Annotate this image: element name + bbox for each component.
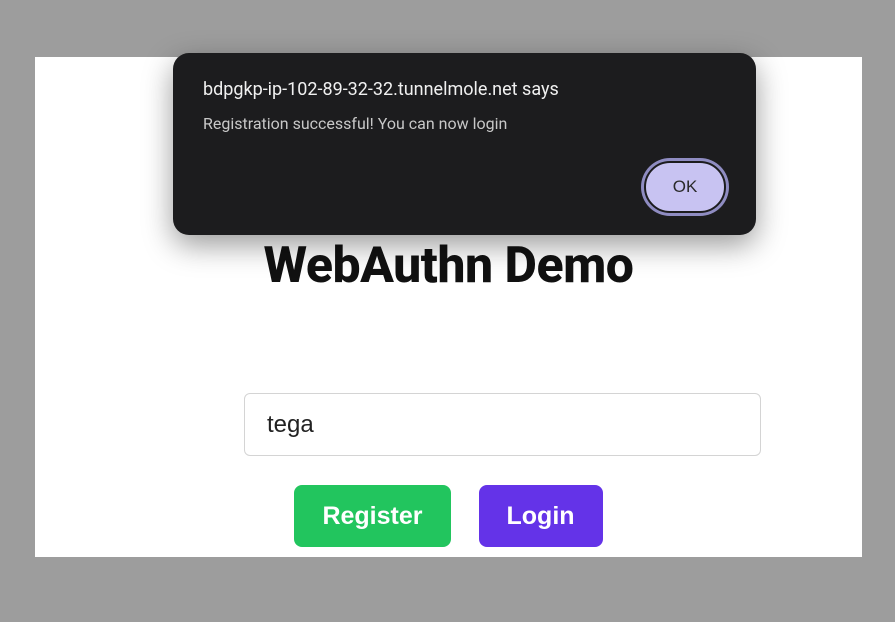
alert-actions: OK (203, 161, 726, 213)
alert-ok-button[interactable]: OK (644, 161, 726, 213)
login-button[interactable]: Login (479, 485, 603, 547)
register-button[interactable]: Register (294, 485, 450, 547)
alert-origin-text: bdpgkp-ip-102-89-32-32.tunnelmole.net sa… (203, 79, 726, 100)
alert-message-text: Registration successful! You can now log… (203, 114, 726, 133)
alert-dialog: bdpgkp-ip-102-89-32-32.tunnelmole.net sa… (173, 53, 756, 235)
username-input[interactable] (244, 393, 761, 456)
button-row: Register Login (35, 485, 862, 547)
page-title: WebAuthn Demo (35, 237, 862, 295)
